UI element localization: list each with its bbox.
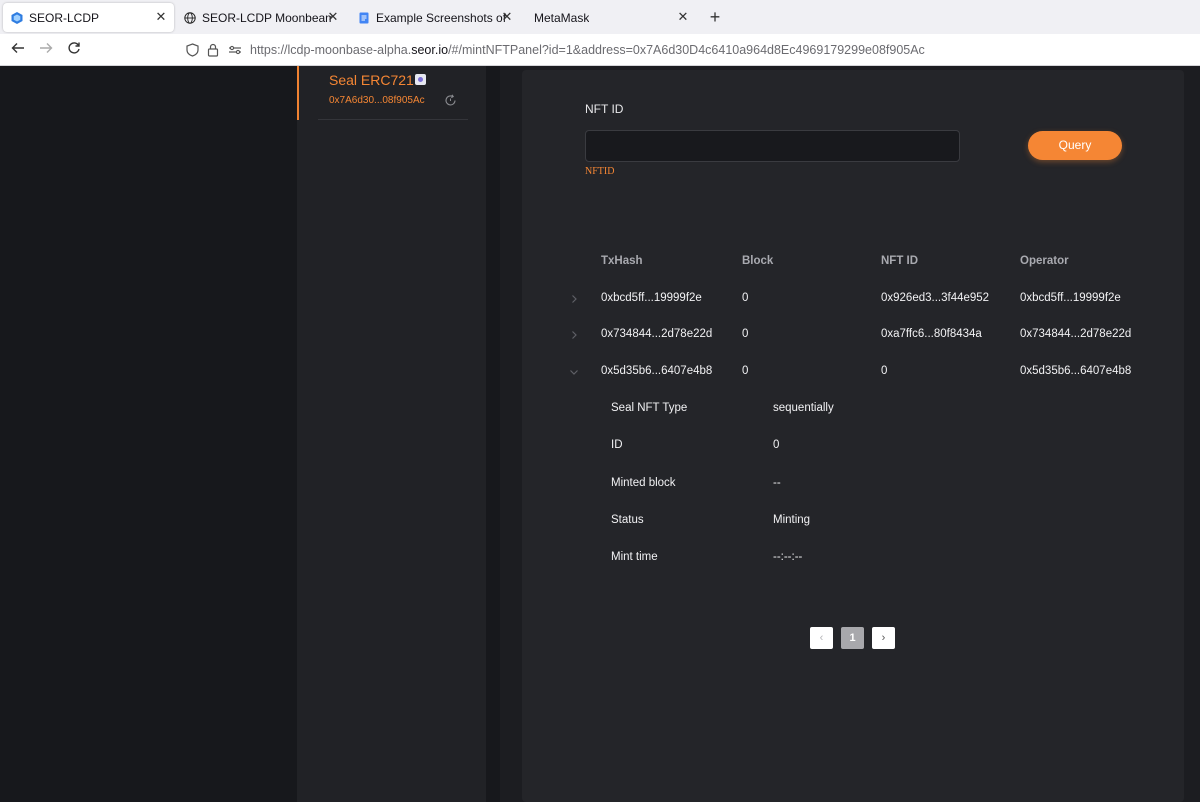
close-icon[interactable]: ✕ <box>500 10 514 24</box>
tab-label: MetaMask <box>534 10 590 25</box>
detail-value: sequentially <box>773 402 834 414</box>
arrow-left-icon <box>11 43 24 53</box>
cell-block: 0 <box>742 328 749 340</box>
column-header-txhash: TxHash <box>601 255 643 267</box>
detail-value: Minting <box>773 514 811 526</box>
app-left-nav <box>0 66 297 802</box>
cell-nft-id: 0 <box>881 365 888 377</box>
detail-label: Status <box>611 514 644 526</box>
sidebar-gap <box>486 66 500 802</box>
permissions-icon[interactable] <box>228 43 242 57</box>
cell-block: 0 <box>742 365 749 377</box>
pagination-prev-button[interactable]: ‹ <box>810 627 833 649</box>
reload-button[interactable] <box>65 41 83 59</box>
new-tab-button[interactable]: + <box>706 8 724 26</box>
refresh-icon[interactable] <box>444 94 457 107</box>
detail-label: Mint time <box>611 551 658 563</box>
nft-id-input[interactable] <box>585 130 960 162</box>
contract-badge-icon <box>415 74 426 85</box>
pagination-next-button[interactable]: › <box>872 627 895 649</box>
detail-label: Seal NFT Type <box>611 402 688 414</box>
url-bar[interactable]: https://lcdp-moonbase-alpha.seor.io/#/mi… <box>250 43 925 57</box>
url-suffix: /#/mintNFTPanel?id=1&address=0x7A6d30D4c… <box>448 43 925 57</box>
reload-icon <box>68 42 80 54</box>
close-icon[interactable]: ✕ <box>676 10 690 24</box>
detail-value: --:--:-- <box>773 551 803 563</box>
tab-label: SEOR-LCDP <box>29 10 100 25</box>
column-header-block: Block <box>742 255 774 267</box>
sidebar-divider <box>318 119 468 120</box>
browser-nav-bar: https://lcdp-moonbase-alpha.seor.io/#/mi… <box>0 34 1200 66</box>
close-icon[interactable]: ✕ <box>154 10 168 24</box>
cell-block: 0 <box>742 292 749 304</box>
document-icon <box>358 12 370 24</box>
cell-operator: 0x5d35b6...6407e4b8 <box>1020 365 1132 377</box>
cell-nft-id: 0x926ed3...3f44e952 <box>881 292 990 304</box>
nft-id-label: NFT ID <box>585 102 624 116</box>
back-button[interactable] <box>9 41 27 59</box>
tab-seor-lcdp[interactable]: SEOR-LCDP ✕ <box>3 3 174 32</box>
nft-id-error: NFTID <box>585 166 615 177</box>
shield-icon[interactable] <box>186 43 200 57</box>
cell-txhash: 0x5d35b6...6407e4b8 <box>601 365 713 377</box>
cell-operator: 0x734844...2d78e22d <box>1020 328 1132 340</box>
column-header-nft-id: NFT ID <box>881 255 919 267</box>
lock-icon[interactable] <box>207 43 221 57</box>
query-button[interactable]: Query <box>1028 131 1122 160</box>
url-prefix: https://lcdp-moonbase-alpha. <box>250 43 412 57</box>
close-icon[interactable]: ✕ <box>326 10 340 24</box>
tab-example-screenshots[interactable]: Example Screenshots of Moonbe ✕ <box>350 3 520 32</box>
cell-txhash: 0xbcd5ff...19999f2e <box>601 292 702 304</box>
url-domain: seor.io <box>411 43 449 57</box>
column-header-operator: Operator <box>1020 255 1069 267</box>
contract-name: Seal ERC721 <box>329 72 414 88</box>
arrow-right-icon <box>40 43 53 53</box>
detail-label: Minted block <box>611 477 676 489</box>
forward-button[interactable] <box>37 41 55 59</box>
pagination-page-1[interactable]: 1 <box>841 627 864 649</box>
browser-tab-bar: SEOR-LCDP ✕ SEOR-LCDP Moonbeam Testnet ✕… <box>0 0 1200 34</box>
tab-moonbeam-testnet[interactable]: SEOR-LCDP Moonbeam Testnet ✕ <box>176 3 346 32</box>
cell-operator: 0xbcd5ff...19999f2e <box>1020 292 1121 304</box>
cell-nft-id: 0xa7ffc6...80f8434a <box>881 328 982 340</box>
globe-icon <box>184 11 196 24</box>
contract-address: 0x7A6d30...08f905Ac <box>329 95 425 106</box>
chevron-right-icon[interactable] <box>568 293 580 305</box>
detail-value: 0 <box>773 439 780 451</box>
contract-sidebar <box>297 66 486 802</box>
tab-label: Example Screenshots of Moonbe <box>376 10 506 25</box>
cell-txhash: 0x734844...2d78e22d <box>601 328 713 340</box>
detail-label: ID <box>611 439 623 451</box>
chevron-right-icon[interactable] <box>568 329 580 341</box>
detail-value: -- <box>773 477 781 489</box>
seor-logo-icon <box>11 11 23 24</box>
tab-label: SEOR-LCDP Moonbeam Testnet <box>202 10 332 25</box>
chevron-down-icon[interactable] <box>568 366 580 378</box>
mint-nft-panel <box>522 70 1184 802</box>
tab-metamask[interactable]: MetaMask ✕ <box>524 3 696 32</box>
